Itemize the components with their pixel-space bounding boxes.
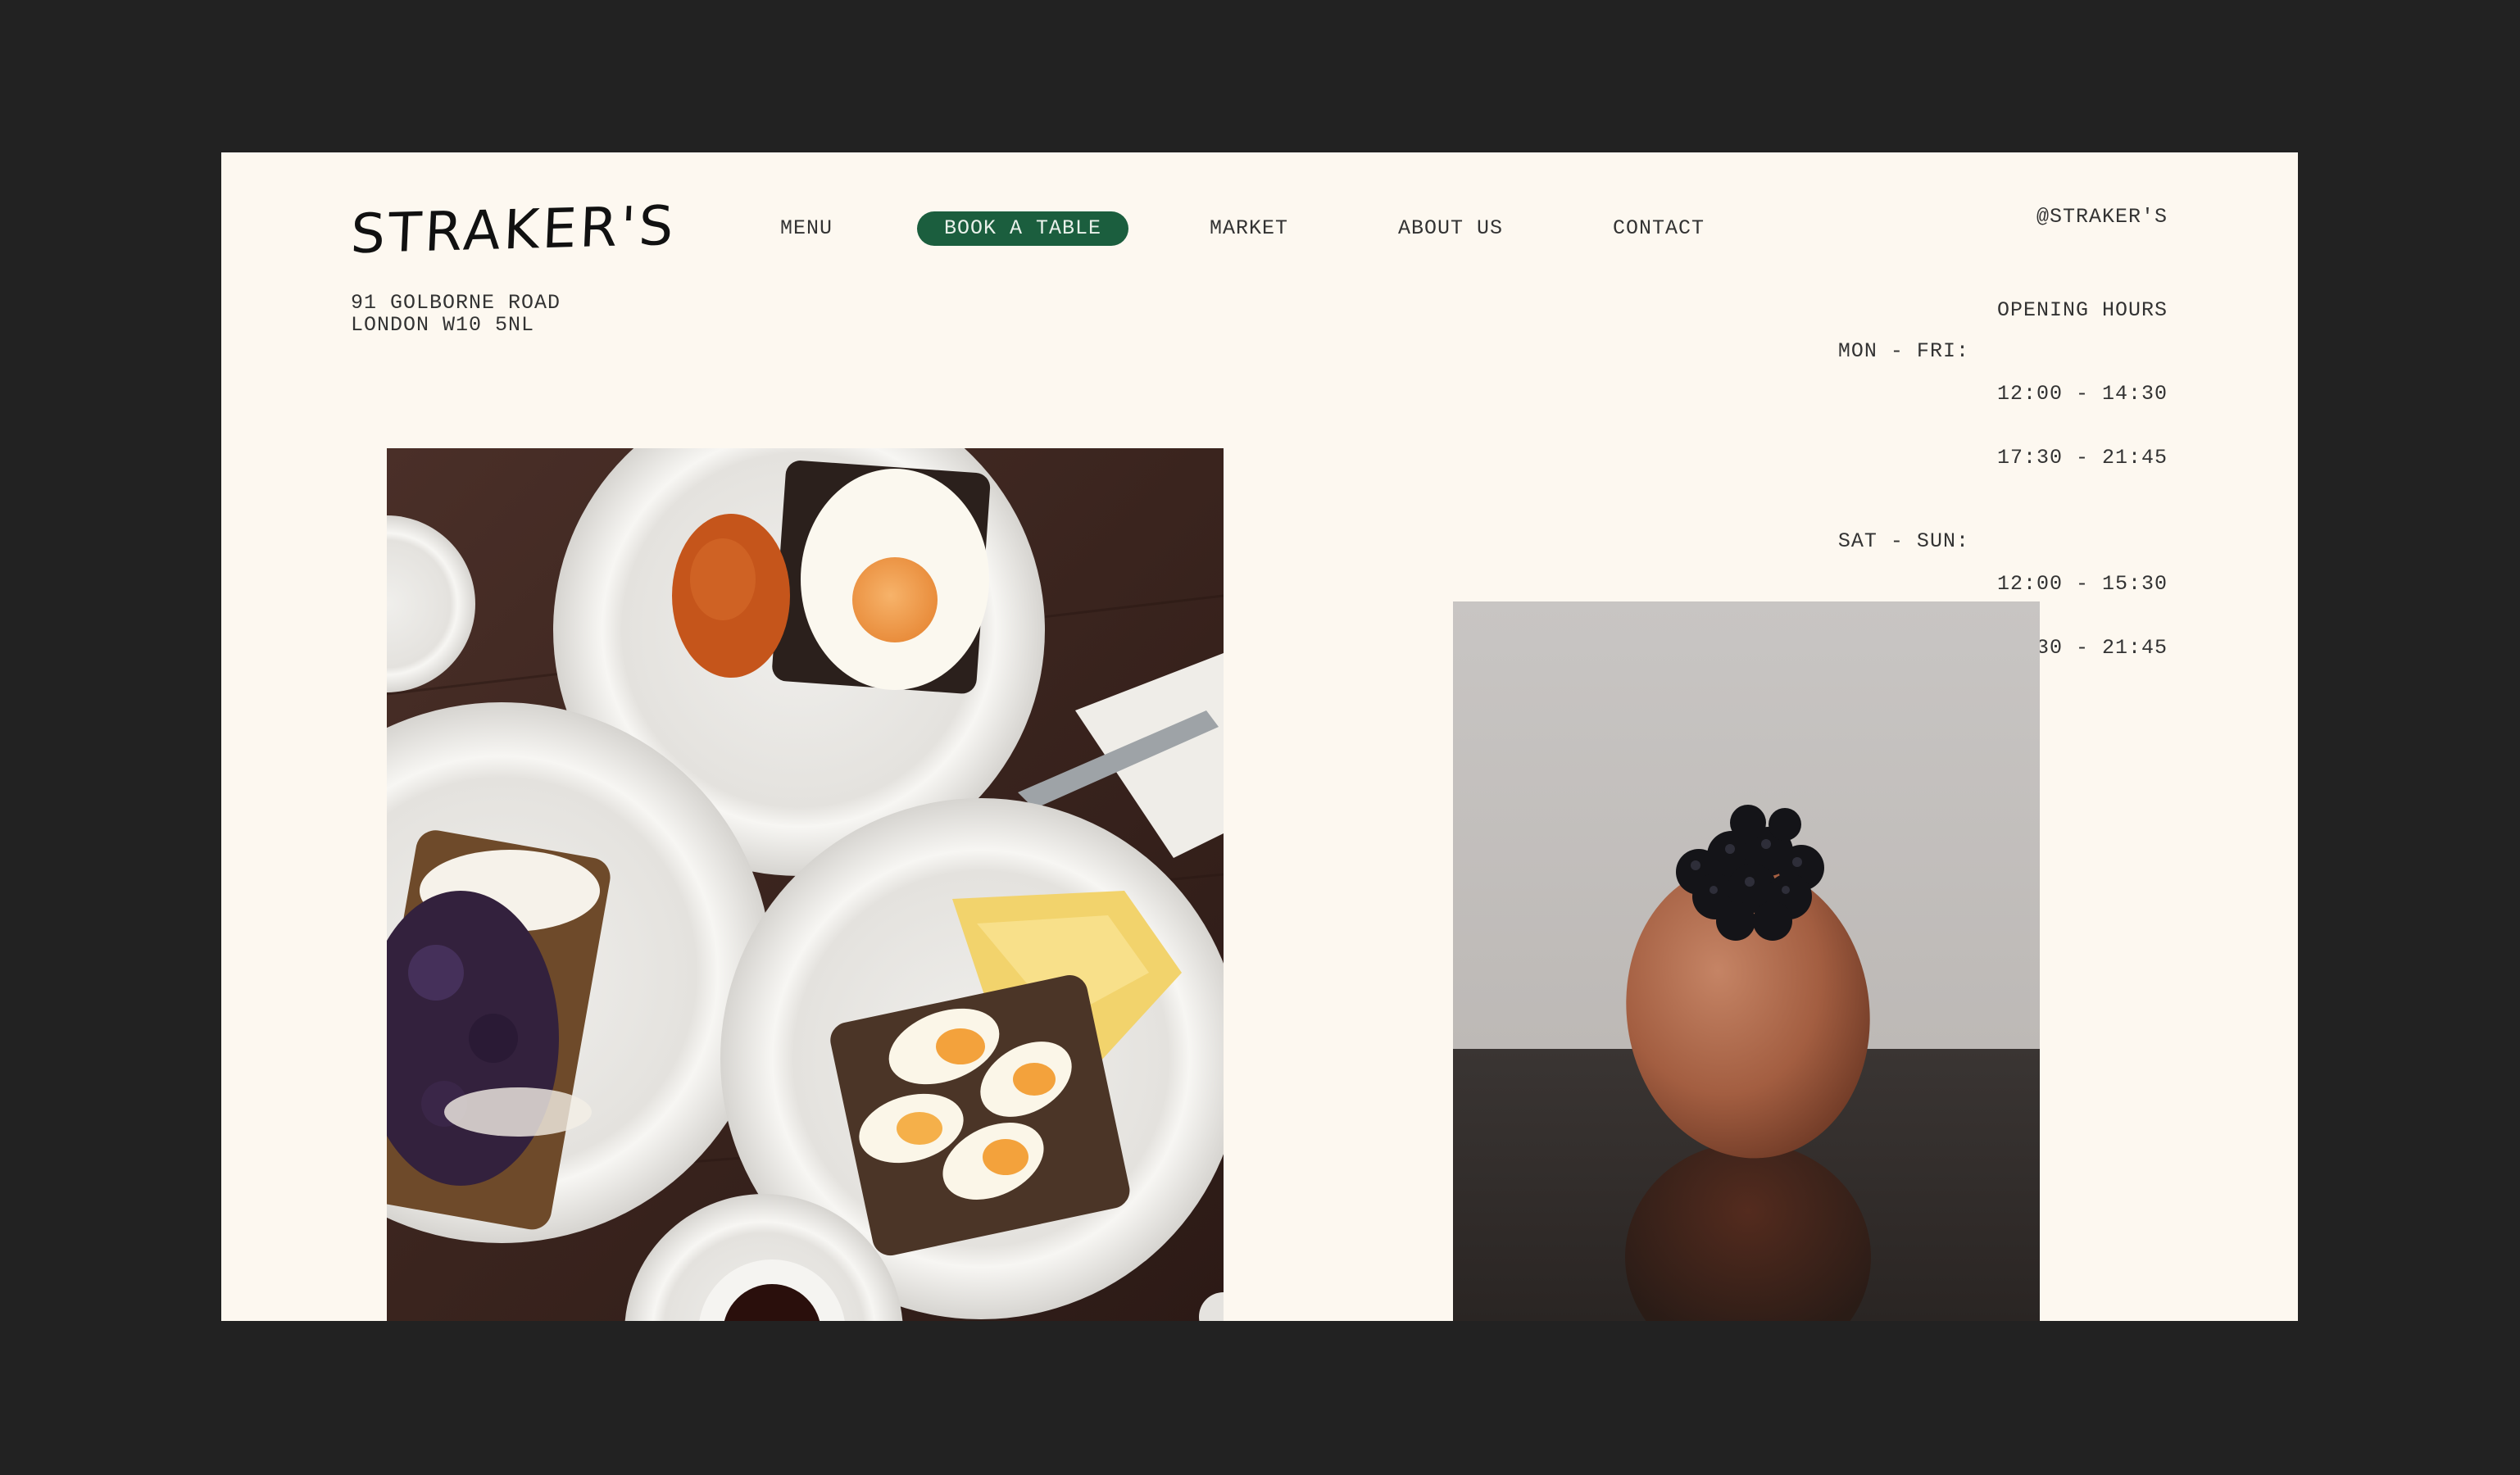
book-table-button[interactable]: BOOK A TABLE [917,211,1129,246]
hours-row-weekday: MON - FRI: 12:00 - 14:30 17:30 - 21:45 [1838,341,2168,511]
nav-menu-link[interactable]: MENU [780,211,833,246]
address-line-2: LONDON W10 5NL [351,313,535,337]
social-handle-link[interactable]: @STRAKER'S [2036,205,2168,229]
opening-hours-title: OPENING HOURS [1996,298,2168,322]
website-page: STRAKER'S MENU BOOK A TABLE MARKET ABOUT… [221,152,2298,1321]
hours-slot: 12:00 - 15:30 [1996,572,2168,596]
address-block: 91 GOLBORNE ROAD LONDON W10 5NL [351,292,561,336]
nav-about-link[interactable]: ABOUT US [1398,211,1503,246]
hours-slot: 12:00 - 14:30 [1996,382,2168,406]
address-line-1: 91 GOLBORNE ROAD [351,291,561,315]
egg-blackberry-photo [1453,601,2040,1321]
breakfast-photo [387,448,1224,1321]
hours-days-label: MON - FRI: [1837,339,1969,363]
nav-market-link[interactable]: MARKET [1210,211,1288,246]
nav-contact-link[interactable]: CONTACT [1613,211,1705,246]
brand-logo[interactable]: STRAKER'S [349,194,678,266]
hours-slot: 17:30 - 21:45 [1996,446,2168,470]
hours-times: 12:00 - 14:30 17:30 - 21:45 [1997,341,2168,511]
